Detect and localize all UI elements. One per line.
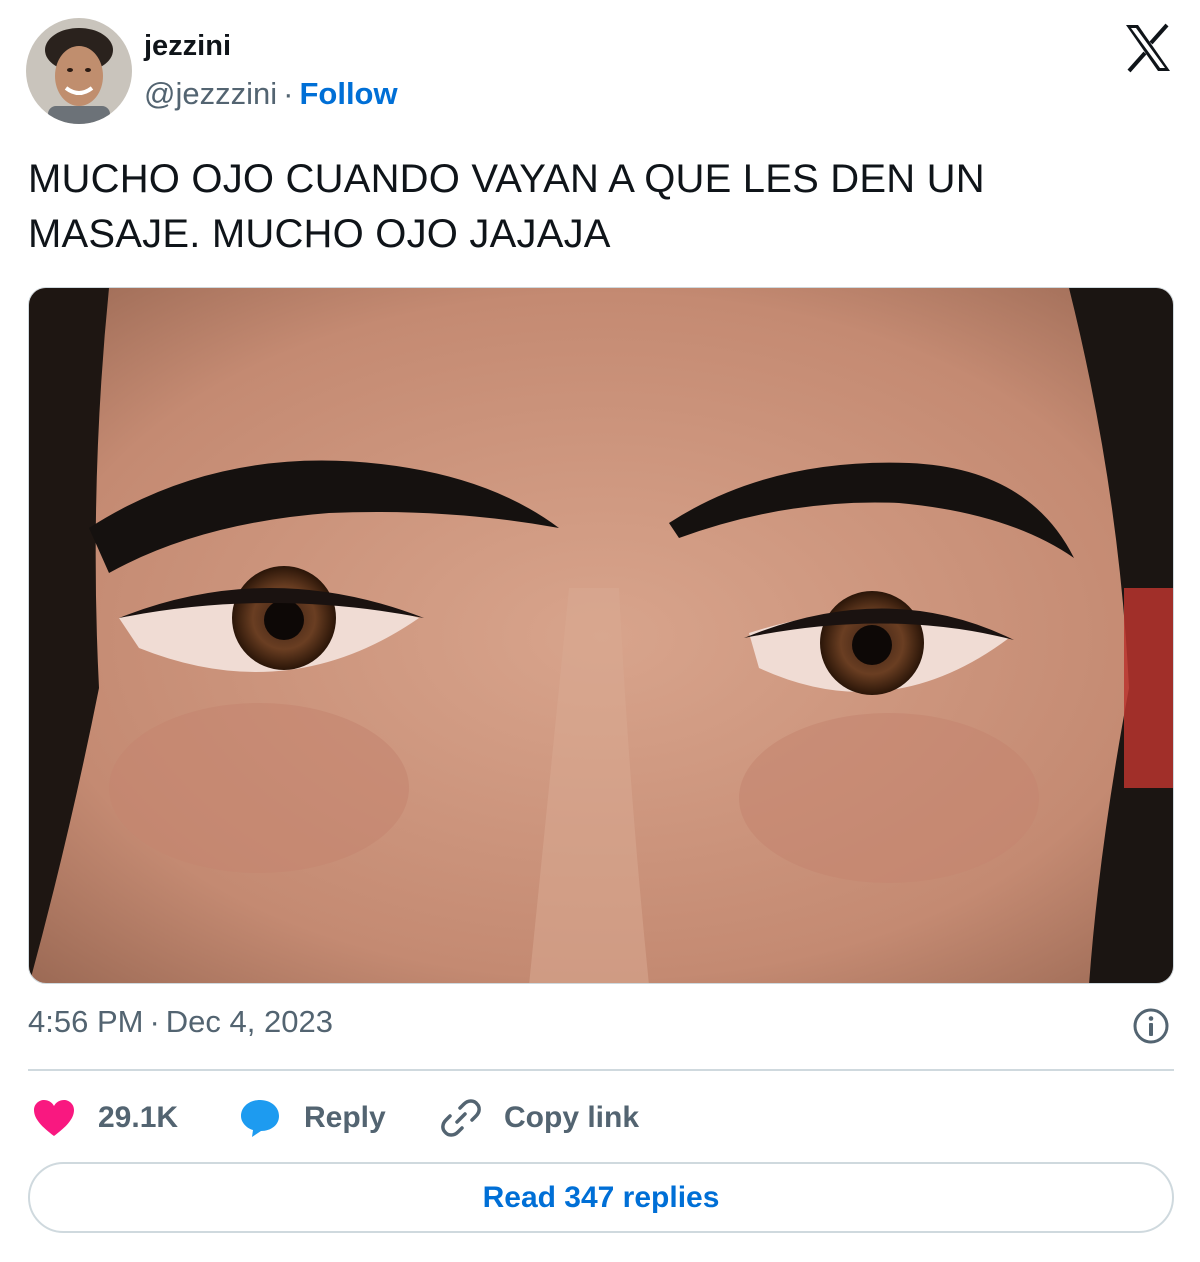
copy-link-label: Copy link: [504, 1101, 640, 1134]
tweet-timestamp[interactable]: 4:56 PM · Dec 4, 2023: [28, 1004, 333, 1040]
divider: [28, 1069, 1174, 1071]
tweet-header: jezzini @jezzzini · Follow: [26, 18, 1174, 126]
x-logo-icon[interactable]: [1122, 22, 1174, 74]
tweet-time: 4:56 PM: [28, 1004, 144, 1039]
like-button[interactable]: 29.1K: [32, 1090, 178, 1146]
like-count: 29.1K: [98, 1101, 179, 1134]
copy-link-button[interactable]: Copy link: [440, 1090, 639, 1146]
author-name[interactable]: jezzini: [144, 30, 231, 63]
tweet-text: MUCHO OJO CUANDO VAYAN A QUE LES DEN UN …: [28, 157, 985, 256]
speech-bubble-icon: [241, 1100, 279, 1137]
avatar[interactable]: [26, 18, 132, 124]
author-handle-row: @jezzzini · Follow: [144, 76, 398, 112]
tweet-photo[interactable]: [28, 287, 1174, 984]
action-bar: 29.1K Reply Copy link: [28, 1090, 1174, 1146]
follow-button[interactable]: Follow: [299, 76, 397, 111]
tweet-date: Dec 4, 2023: [165, 1004, 333, 1039]
reply-button[interactable]: Reply: [238, 1090, 386, 1146]
meta-separator: ·: [149, 1004, 160, 1039]
link-icon: [441, 1099, 481, 1137]
read-replies-button[interactable]: Read 347 replies: [28, 1162, 1174, 1233]
handle-separator: ·: [283, 76, 294, 111]
heart-icon: [34, 1100, 74, 1136]
reply-label: Reply: [304, 1101, 386, 1134]
info-icon[interactable]: [1132, 1007, 1170, 1045]
author-handle[interactable]: @jezzzini: [144, 76, 277, 111]
